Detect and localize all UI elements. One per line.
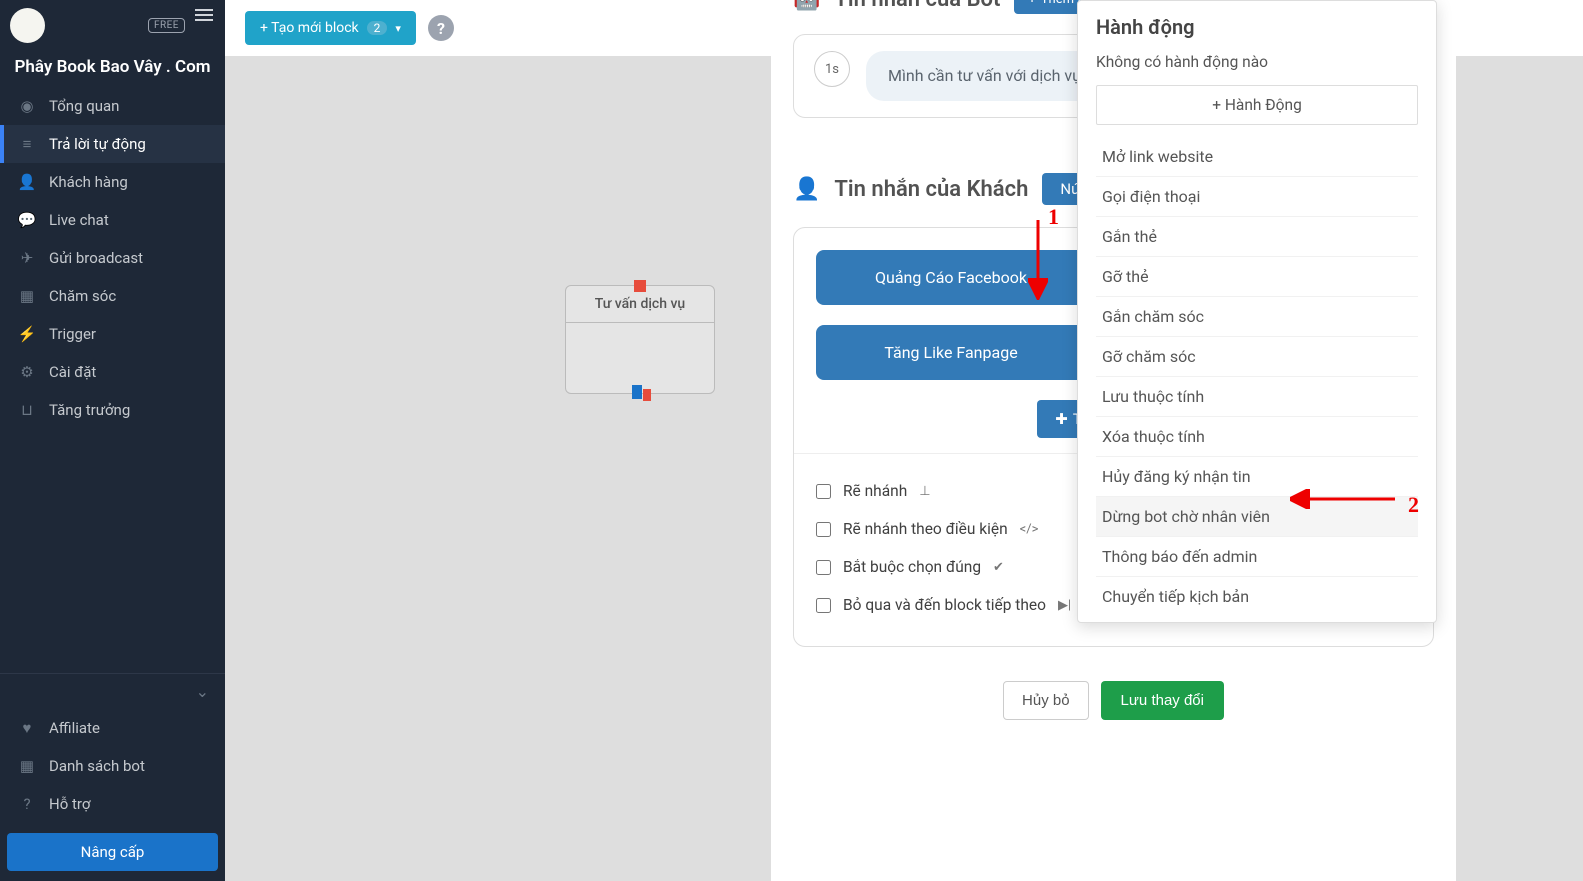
sidebar-item-customers[interactable]: 👤Khách hàng <box>0 163 225 201</box>
action-item[interactable]: Gắn thẻ <box>1096 216 1418 256</box>
skip-icon: ▶| <box>1058 598 1071 613</box>
block-count-badge: 2 <box>367 21 388 35</box>
sidebar-item-growth[interactable]: ⊔Tăng trưởng <box>0 391 225 429</box>
action-popover: Hành động Không có hành động nào + Hành … <box>1077 0 1437 623</box>
option-button-1[interactable]: Quảng Cáo Facebook <box>816 250 1086 305</box>
magnet-icon: ⊔ <box>18 401 36 419</box>
delay-badge[interactable]: 1s <box>814 51 850 87</box>
send-icon: ✈ <box>18 249 36 267</box>
brand-title: Phây Book Bao Vây . Com <box>0 51 225 87</box>
sidebar-item-trigger[interactable]: ⚡Trigger <box>0 315 225 353</box>
flow-node-body <box>566 323 714 393</box>
gear-icon: ⚙ <box>18 363 36 381</box>
sidebar-item-botlist[interactable]: ▦Danh sách bot <box>0 747 225 785</box>
sidebar-item-affiliate[interactable]: ♥Affiliate <box>0 709 225 747</box>
new-block-button[interactable]: + Tạo mới block 2 ▾ <box>245 11 416 45</box>
action-item[interactable]: Gắn chăm sóc <box>1096 296 1418 336</box>
bolt-icon: ⚡ <box>18 325 36 343</box>
chevron-down-icon: ▾ <box>395 22 401 35</box>
help-icon: ? <box>18 795 36 813</box>
nav-main: ◉Tổng quan ≡Trả lời tự động 👤Khách hàng … <box>0 87 225 429</box>
sitemap-icon: ⊥ <box>919 484 930 499</box>
sidebar-item-care[interactable]: ▦Chăm sóc <box>0 277 225 315</box>
grid-icon: ▦ <box>18 757 36 775</box>
option-button-2[interactable]: Tăng Like Fanpage <box>816 325 1086 380</box>
help-icon[interactable]: ? <box>428 15 454 41</box>
action-item[interactable]: Gọi điện thoại <box>1096 176 1418 216</box>
customer-section-title: Tin nhắn của Khách <box>834 177 1028 202</box>
check-circle-icon: ✔ <box>993 560 1004 575</box>
upgrade-button[interactable]: Nâng cấp <box>7 833 218 871</box>
sidebar-item-broadcast[interactable]: ✈Gửi broadcast <box>0 239 225 277</box>
flow-port-in[interactable] <box>634 280 646 292</box>
action-item[interactable]: Gỡ thẻ <box>1096 256 1418 296</box>
checkbox[interactable] <box>816 484 831 499</box>
reply-icon: ≡ <box>18 135 36 153</box>
popover-empty-text: Không có hành động nào <box>1096 53 1418 71</box>
action-item[interactable]: Mở link website <box>1096 137 1418 176</box>
android-icon: 🤖 <box>793 0 820 12</box>
nav-bottom: ♥Affiliate ▦Danh sách bot ?Hỗ trợ <box>0 709 225 823</box>
calendar-icon: ▦ <box>18 287 36 305</box>
sidebar: FREE Phây Book Bao Vây . Com ◉Tổng quan … <box>0 0 225 881</box>
flow-port-out-1[interactable] <box>632 385 642 399</box>
user-icon: 👤 <box>18 173 36 191</box>
popover-add-action-button[interactable]: + Hành Động <box>1096 85 1418 125</box>
dashboard-icon: ◉ <box>18 97 36 115</box>
flow-node[interactable]: Tư vấn dịch vụ <box>565 285 715 394</box>
avatar-logo <box>10 8 45 43</box>
hamburger-icon[interactable] <box>195 6 213 24</box>
checkbox[interactable] <box>816 598 831 613</box>
sidebar-collapse-toggle[interactable]: ⌄ <box>0 674 225 709</box>
heart-icon: ♥ <box>18 719 36 737</box>
code-icon: </> <box>1020 522 1039 537</box>
popover-title: Hành động <box>1096 15 1418 39</box>
action-item[interactable]: Hủy đăng ký nhận tin <box>1096 456 1418 496</box>
plus-icon: + <box>1028 0 1035 7</box>
checkbox[interactable] <box>816 522 831 537</box>
chat-icon: 💬 <box>18 211 36 229</box>
bot-section-title: Tin nhắn của Bot <box>834 0 1000 12</box>
user-icon: 👤 <box>793 177 820 202</box>
action-item[interactable]: Gỡ chăm sóc <box>1096 336 1418 376</box>
action-item[interactable]: Xóa thuộc tính <box>1096 416 1418 456</box>
plus-icon: ✚ <box>1055 410 1068 428</box>
action-item[interactable]: Dừng bot chờ nhân viên <box>1096 496 1418 536</box>
action-item[interactable]: Thông báo đến admin <box>1096 536 1418 576</box>
sidebar-header: FREE <box>0 0 225 51</box>
free-badge: FREE <box>148 18 185 33</box>
save-button[interactable]: Lưu thay đổi <box>1101 681 1224 720</box>
sidebar-item-auto-reply[interactable]: ≡Trả lời tự động <box>0 125 225 163</box>
sidebar-item-livechat[interactable]: 💬Live chat <box>0 201 225 239</box>
sidebar-item-settings[interactable]: ⚙Cài đặt <box>0 353 225 391</box>
sidebar-item-overview[interactable]: ◉Tổng quan <box>0 87 225 125</box>
flow-port-out-2[interactable] <box>643 389 651 401</box>
action-item[interactable]: Lưu thuộc tính <box>1096 376 1418 416</box>
footer-buttons: Hủy bỏ Lưu thay đổi <box>793 681 1434 720</box>
action-item[interactable]: Chuyển tiếp kịch bản <box>1096 576 1418 616</box>
checkbox[interactable] <box>816 560 831 575</box>
action-list: Mở link websiteGọi điện thoạiGắn thẻGỡ t… <box>1096 137 1418 616</box>
sidebar-item-support[interactable]: ?Hỗ trợ <box>0 785 225 823</box>
cancel-button[interactable]: Hủy bỏ <box>1003 681 1089 720</box>
